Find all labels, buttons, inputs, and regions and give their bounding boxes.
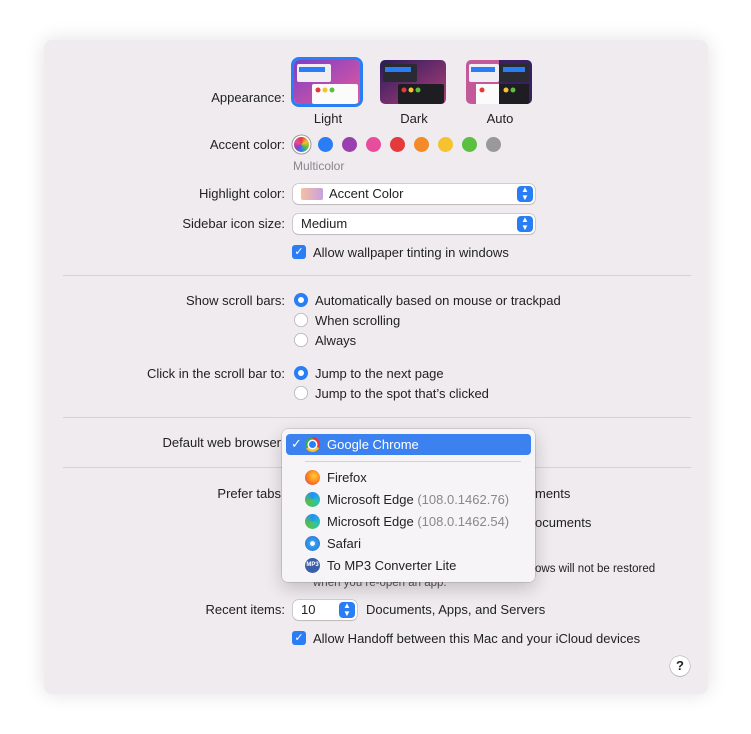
- recent-items-suffix: Documents, Apps, and Servers: [366, 602, 546, 617]
- accent-red-swatch[interactable]: [390, 137, 405, 152]
- close-windows-partial: ows will not be restored: [535, 563, 656, 575]
- menu-item-label: Google Chrome: [327, 437, 419, 452]
- recent-items-value: 10: [301, 602, 316, 617]
- highlight-color-label: Highlight color:: [199, 186, 285, 201]
- scroll-bars-always-radio[interactable]: [294, 333, 308, 347]
- click-next-page-label: Jump to the next page: [315, 366, 444, 381]
- menu-item-safari[interactable]: Safari: [282, 533, 535, 555]
- menu-item-to-mp3-converter[interactable]: MP3 To MP3 Converter Lite: [282, 555, 535, 577]
- handoff-checkbox[interactable]: ✓: [292, 631, 306, 645]
- separator: [63, 275, 691, 276]
- handoff-label: Allow Handoff between this Mac and your …: [313, 631, 641, 646]
- menu-item-label: Firefox: [327, 470, 367, 485]
- menu-separator: [305, 461, 521, 462]
- default-browser-menu[interactable]: ✓ Google Chrome Firefox Microsoft Edge (…: [282, 429, 535, 582]
- prefer-tabs-label: Prefer tabs: [217, 486, 281, 501]
- default-browser-label: Default web browser: [162, 435, 282, 450]
- separator: [63, 417, 691, 418]
- accent-color-label: Accent color:: [209, 137, 285, 152]
- menu-item-label: Microsoft Edge (108.0.1462.54): [327, 514, 510, 529]
- recent-items-label: Recent items:: [205, 602, 285, 617]
- light-theme-preview: [294, 60, 360, 104]
- chrome-icon: [305, 437, 320, 452]
- sidebar-icon-size-value: Medium: [301, 216, 348, 231]
- dark-theme-preview: [380, 60, 446, 104]
- accent-green-swatch[interactable]: [462, 137, 477, 152]
- ask-keep-changes-partial: ocuments: [535, 515, 592, 530]
- appearance-dark-thumbnail[interactable]: [380, 60, 446, 104]
- recent-items-select[interactable]: 10 ▲ ▼: [293, 600, 357, 620]
- scroll-bars-when-scrolling-radio[interactable]: [294, 313, 308, 327]
- appearance-light-thumbnail[interactable]: [291, 57, 363, 107]
- wallpaper-tinting-checkbox[interactable]: ✓: [292, 245, 306, 259]
- mp3-icon: MP3: [305, 558, 320, 573]
- highlight-color-value: Accent Color: [329, 186, 404, 201]
- accent-graphite-swatch[interactable]: [486, 137, 501, 152]
- scroll-bars-always-label: Always: [315, 333, 357, 348]
- menu-item-microsoft-edge-54[interactable]: Microsoft Edge (108.0.1462.54): [282, 511, 535, 533]
- menu-item-label: To MP3 Converter Lite: [327, 558, 457, 573]
- accent-yellow-swatch[interactable]: [438, 137, 453, 152]
- appearance-auto-caption: Auto: [486, 111, 514, 126]
- highlight-swatch: [301, 188, 323, 200]
- click-next-page-radio[interactable]: [294, 366, 308, 380]
- show-scroll-bars-label: Show scroll bars:: [186, 293, 285, 308]
- chevron-updown-icon: ▲ ▼: [339, 602, 355, 618]
- prefer-tabs-value-partial: ments: [535, 486, 571, 501]
- sidebar-icon-size-label: Sidebar icon size:: [182, 216, 285, 231]
- accent-pink-swatch[interactable]: [366, 137, 381, 152]
- checkmark-icon: ✓: [291, 436, 302, 451]
- menu-item-microsoft-edge-76[interactable]: Microsoft Edge (108.0.1462.76): [282, 489, 535, 511]
- accent-selected-name: Multicolor: [293, 159, 345, 173]
- wallpaper-tinting-label: Allow wallpaper tinting in windows: [313, 245, 509, 260]
- appearance-label: Appearance:: [211, 90, 285, 105]
- click-spot-radio[interactable]: [294, 386, 308, 400]
- chevron-updown-icon: ▲ ▼: [517, 186, 533, 202]
- sidebar-icon-size-select[interactable]: Medium ▲ ▼: [293, 214, 535, 234]
- appearance-dark-caption: Dark: [400, 111, 428, 126]
- safari-icon: [305, 536, 320, 551]
- click-spot-label: Jump to the spot that’s clicked: [315, 386, 489, 401]
- accent-orange-swatch[interactable]: [414, 137, 429, 152]
- firefox-icon: [305, 470, 320, 485]
- menu-item-label: Safari: [327, 536, 361, 551]
- help-button[interactable]: ?: [670, 656, 690, 676]
- highlight-color-select[interactable]: Accent Color ▲ ▼: [293, 184, 535, 204]
- menu-item-label: Microsoft Edge (108.0.1462.76): [327, 492, 510, 507]
- scroll-bars-automatic-label: Automatically based on mouse or trackpad: [315, 293, 561, 308]
- scroll-bars-automatic-radio[interactable]: [294, 293, 308, 307]
- scroll-bars-when-scrolling-label: When scrolling: [315, 313, 401, 328]
- menu-item-firefox[interactable]: Firefox: [282, 467, 535, 489]
- chevron-updown-icon: ▲ ▼: [517, 216, 533, 232]
- accent-purple-swatch[interactable]: [342, 137, 357, 152]
- appearance-light-caption: Light: [313, 111, 343, 126]
- click-scroll-bar-label: Click in the scroll bar to:: [147, 366, 285, 381]
- appearance-auto-thumbnail[interactable]: [466, 60, 532, 104]
- auto-theme-preview: [466, 60, 532, 104]
- accent-blue-swatch[interactable]: [318, 137, 333, 152]
- edge-icon: [305, 514, 320, 529]
- accent-multicolor-swatch[interactable]: [294, 137, 309, 152]
- menu-item-google-chrome[interactable]: ✓ Google Chrome: [286, 434, 531, 455]
- edge-icon: [305, 492, 320, 507]
